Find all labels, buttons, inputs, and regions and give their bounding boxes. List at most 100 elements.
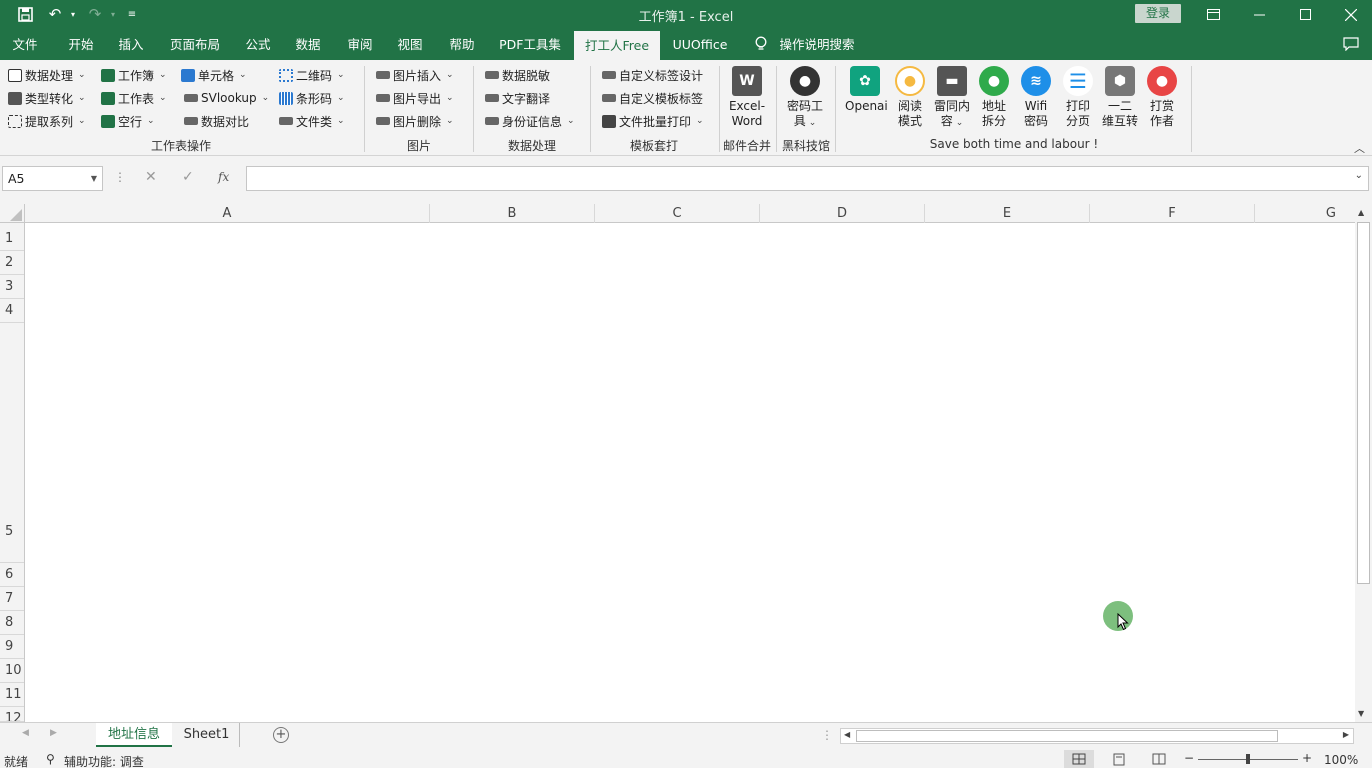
minimize-icon[interactable] — [1236, 0, 1282, 29]
barcode-button[interactable]: 条形码 ⌄ — [279, 88, 345, 108]
custom-label-design-button[interactable]: 自定义标签设计 — [602, 65, 703, 85]
tab-split-handle-icon[interactable]: ⋮ — [821, 728, 833, 742]
scroll-up-icon[interactable]: ▲ — [1358, 208, 1364, 217]
custom-template-label-button[interactable]: 自定义模板标签 — [602, 88, 703, 108]
picture-export-button[interactable]: 图片导出 ⌄ — [376, 88, 454, 108]
zoom-out-button[interactable]: − — [1184, 751, 1194, 765]
svlookup-button[interactable]: SVlookup ⌄ — [184, 88, 269, 108]
qrcode-button[interactable]: 二维码 ⌄ — [279, 65, 345, 85]
reading-mode-button[interactable]: ● 阅读 模式 — [890, 66, 930, 129]
namebox-dropdown-icon[interactable]: ▼ — [91, 167, 97, 190]
row-header[interactable]: 11 — [0, 683, 24, 707]
tab-page-layout[interactable]: 页面布局 — [164, 29, 226, 60]
cancel-icon[interactable]: ✕ — [145, 169, 157, 185]
column-header-a[interactable]: A — [25, 204, 430, 223]
formula-input[interactable]: ⌄ — [246, 166, 1369, 191]
id-card-info-button[interactable]: 身份证信息 ⌄ — [485, 111, 575, 131]
insert-function-icon[interactable]: fx — [218, 170, 229, 184]
cell-button[interactable]: 单元格 ⌄ — [181, 65, 247, 85]
column-header-d[interactable]: D — [760, 204, 925, 223]
tab-review[interactable]: 审阅 — [338, 29, 382, 60]
zoom-slider-handle[interactable] — [1246, 754, 1250, 764]
comments-icon[interactable] — [1338, 29, 1364, 60]
sheet-tab-sheet1[interactable]: Sheet1 — [174, 723, 240, 747]
normal-view-button[interactable] — [1064, 750, 1094, 768]
accessibility-status[interactable]: 辅助功能: 调查 — [64, 753, 144, 770]
empty-row-button[interactable]: 空行 ⌄ — [101, 111, 155, 131]
column-header-e[interactable]: E — [925, 204, 1090, 223]
column-header-c[interactable]: C — [595, 204, 760, 223]
prev-sheet-icon[interactable]: ◀ — [22, 728, 29, 738]
row-header[interactable]: 6 — [0, 563, 24, 587]
tab-insert[interactable]: 插入 — [108, 29, 154, 60]
row-header[interactable]: 12 — [0, 707, 24, 722]
name-box[interactable]: A5 ▼ — [2, 166, 103, 191]
row-header[interactable]: 5 — [0, 323, 24, 563]
tab-dagongren-free[interactable]: 打工人Free — [574, 31, 660, 60]
picture-insert-button[interactable]: 图片插入 ⌄ — [376, 65, 454, 85]
select-all-button[interactable] — [0, 204, 25, 223]
row-header[interactable]: 1 — [0, 227, 24, 251]
data-masking-button[interactable]: 数据脱敏 — [485, 65, 550, 85]
wifi-password-button[interactable]: ≋ Wifi 密码 — [1016, 66, 1056, 129]
workbook-button[interactable]: 工作簿 ⌄ — [101, 65, 167, 85]
horizontal-scrollbar[interactable]: ◀ ▶ — [840, 728, 1354, 744]
close-icon[interactable] — [1328, 0, 1372, 29]
zoom-level[interactable]: 100% — [1324, 753, 1358, 767]
page-layout-view-button[interactable] — [1104, 750, 1134, 768]
address-split-button[interactable]: ● 地址 拆分 — [974, 66, 1014, 129]
tab-pdf-tools[interactable]: PDF工具集 — [492, 29, 568, 60]
ribbon-display-icon[interactable] — [1190, 0, 1236, 29]
tab-data[interactable]: 数据 — [286, 29, 330, 60]
tab-file[interactable]: 文件 — [2, 29, 48, 60]
type-convert-button[interactable]: 类型转化 ⌄ — [8, 88, 86, 108]
row-header[interactable]: 7 — [0, 587, 24, 611]
collapse-ribbon-icon[interactable]: ︿ — [1354, 140, 1365, 156]
add-sheet-icon[interactable]: + — [273, 727, 289, 743]
vertical-scrollbar[interactable]: ▲ ▼ — [1355, 204, 1372, 722]
zoom-in-button[interactable]: + — [1302, 751, 1312, 765]
excel-word-button[interactable]: W Excel- Word — [727, 66, 767, 129]
row-header[interactable]: 8 — [0, 611, 24, 635]
row-header[interactable]: 9 — [0, 635, 24, 659]
scroll-right-icon[interactable]: ▶ — [1343, 730, 1349, 739]
tab-uuoffice[interactable]: UUOffice — [668, 29, 732, 60]
picture-delete-button[interactable]: 图片删除 ⌄ — [376, 111, 454, 131]
print-pagination-button[interactable]: ☰ 打印 分页 — [1058, 66, 1098, 129]
extract-series-button[interactable]: 提取系列 ⌄ — [8, 111, 86, 131]
expand-formula-icon[interactable]: ⌄ — [1355, 170, 1363, 181]
tab-home[interactable]: 开始 — [58, 29, 104, 60]
tell-me-search[interactable]: 操作说明搜索 — [776, 29, 858, 60]
qr-convert-button[interactable]: ⬢ 一二 维互转 — [1100, 66, 1140, 129]
data-processing-button[interactable]: 数据处理 ⌄ — [8, 65, 86, 85]
save-icon[interactable] — [14, 4, 36, 24]
tab-help[interactable]: 帮助 — [440, 29, 484, 60]
row-header[interactable]: 4 — [0, 299, 24, 323]
file-class-button[interactable]: 文件类 ⌄ — [279, 111, 345, 131]
data-compare-button[interactable]: 数据对比 — [184, 111, 249, 131]
tip-author-button[interactable]: ● 打赏 作者 — [1142, 66, 1182, 129]
sheet-tab-address-info[interactable]: 地址信息 — [96, 723, 172, 747]
row-header[interactable]: 3 — [0, 275, 24, 299]
column-header-f[interactable]: F — [1090, 204, 1255, 223]
openai-button[interactable]: ✿ Openai — [845, 66, 888, 114]
page-break-view-button[interactable] — [1144, 750, 1174, 768]
tab-view[interactable]: 视图 — [388, 29, 432, 60]
undo-dropdown-icon[interactable]: ▾ — [62, 4, 84, 24]
login-button[interactable]: 登录 — [1135, 4, 1181, 23]
maximize-icon[interactable] — [1282, 0, 1328, 29]
worksheet-grid[interactable] — [25, 223, 1355, 722]
worksheet-button[interactable]: 工作表 ⌄ — [101, 88, 167, 108]
row-header[interactable]: 2 — [0, 251, 24, 275]
batch-print-button[interactable]: 文件批量打印 ⌄ — [602, 111, 704, 131]
text-translate-button[interactable]: 文字翻译 — [485, 88, 550, 108]
row-header[interactable]: 10 — [0, 659, 24, 683]
next-sheet-icon[interactable]: ▶ — [50, 728, 57, 738]
vertical-scroll-thumb[interactable] — [1357, 222, 1370, 584]
tab-formulas[interactable]: 公式 — [236, 29, 280, 60]
enter-icon[interactable]: ✓ — [182, 169, 194, 185]
scroll-down-icon[interactable]: ▼ — [1358, 709, 1364, 718]
password-tool-button[interactable]: ● 密码工 具 ⌄ — [785, 66, 825, 131]
horizontal-scroll-thumb[interactable] — [856, 730, 1278, 742]
scroll-left-icon[interactable]: ◀ — [844, 730, 850, 739]
